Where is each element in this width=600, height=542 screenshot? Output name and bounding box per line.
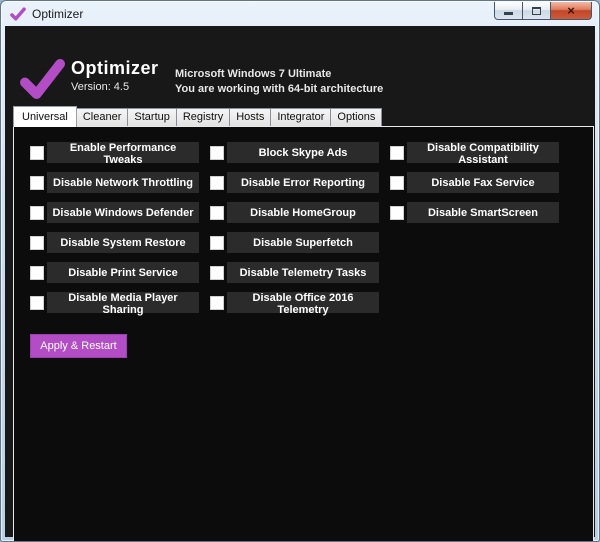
button-disable-office-2016-telemetry[interactable]: Disable Office 2016 Telemetry	[227, 292, 379, 316]
maximize-icon	[532, 6, 541, 15]
button-block-skype-ads[interactable]: Block Skype Ads	[227, 142, 379, 163]
checkbox-block-skype-ads[interactable]	[210, 145, 224, 160]
checkbox-enable-performance-tweaks[interactable]	[30, 145, 44, 160]
checkbox-disable-print-service[interactable]	[30, 265, 44, 280]
tab-universal[interactable]: Universal	[13, 106, 77, 127]
option-row: Enable Performance Tweaks	[30, 142, 199, 166]
checkbox-disable-error-reporting[interactable]	[210, 175, 224, 190]
button-disable-network-throttling[interactable]: Disable Network Throttling	[47, 172, 199, 193]
tab-options[interactable]: Options	[331, 108, 383, 126]
option-row: Disable SmartScreen	[390, 202, 559, 223]
tabpage-universal: Enable Performance Tweaks Disable Networ…	[13, 126, 594, 541]
app-checkmark-icon	[10, 6, 26, 21]
checkbox-disable-system-restore[interactable]	[30, 235, 44, 250]
tab-cleaner[interactable]: Cleaner	[76, 108, 129, 126]
tab-strip: Universal Cleaner Startup Registry Hosts…	[13, 106, 383, 127]
option-row: Disable HomeGroup	[210, 202, 379, 223]
button-disable-telemetry-tasks[interactable]: Disable Telemetry Tasks	[227, 262, 379, 283]
options-column-3: Disable Compatibility Assistant Disable …	[390, 142, 559, 232]
button-disable-print-service[interactable]: Disable Print Service	[47, 262, 199, 283]
option-row: Disable Superfetch	[210, 232, 379, 253]
checkbox-disable-telemetry-tasks[interactable]	[210, 265, 224, 280]
checkbox-disable-windows-defender[interactable]	[30, 205, 44, 220]
button-disable-superfetch[interactable]: Disable Superfetch	[227, 232, 379, 253]
button-disable-system-restore[interactable]: Disable System Restore	[47, 232, 199, 253]
app-title: Optimizer	[71, 58, 159, 78]
checkbox-disable-network-throttling[interactable]	[30, 175, 44, 190]
option-row: Disable Network Throttling	[30, 172, 199, 193]
option-row: Disable Telemetry Tasks	[210, 262, 379, 283]
option-row: Disable Media Player Sharing	[30, 292, 199, 316]
button-disable-compatibility-assistant[interactable]: Disable Compatibility Assistant	[407, 142, 559, 166]
option-row: Disable Windows Defender	[30, 202, 199, 223]
tab-startup[interactable]: Startup	[128, 108, 177, 126]
version-label: Version: 4.5	[71, 81, 130, 93]
checkbox-disable-compatibility-assistant[interactable]	[390, 145, 404, 160]
options-column-2: Block Skype Ads Disable Error Reporting …	[210, 142, 379, 322]
checkbox-disable-smartscreen[interactable]	[390, 205, 404, 220]
minimize-button[interactable]	[494, 2, 523, 20]
caption-buttons: ×	[494, 2, 592, 20]
button-disable-homegroup[interactable]: Disable HomeGroup	[227, 202, 379, 223]
tab-registry[interactable]: Registry	[176, 108, 231, 126]
option-row: Block Skype Ads	[210, 142, 379, 163]
maximize-button[interactable]	[523, 2, 550, 20]
close-icon: ×	[567, 2, 575, 18]
option-row: Disable Office 2016 Telemetry	[210, 292, 379, 316]
button-disable-fax-service[interactable]: Disable Fax Service	[407, 172, 559, 193]
button-disable-smartscreen[interactable]: Disable SmartScreen	[407, 202, 559, 223]
options-column-1: Enable Performance Tweaks Disable Networ…	[30, 142, 199, 322]
button-enable-performance-tweaks[interactable]: Enable Performance Tweaks	[47, 142, 199, 166]
minimize-icon	[504, 12, 513, 15]
option-row: Disable Fax Service	[390, 172, 559, 193]
tab-integrator[interactable]: Integrator	[271, 108, 332, 126]
os-name-label: Microsoft Windows 7 Ultimate	[175, 68, 332, 80]
checkbox-disable-office-2016-telemetry[interactable]	[210, 295, 224, 310]
button-disable-error-reporting[interactable]: Disable Error Reporting	[227, 172, 379, 193]
button-disable-windows-defender[interactable]: Disable Windows Defender	[47, 202, 199, 223]
button-disable-media-player-sharing[interactable]: Disable Media Player Sharing	[47, 292, 199, 316]
close-button[interactable]: ×	[550, 2, 592, 20]
checkbox-disable-homegroup[interactable]	[210, 205, 224, 220]
option-row: Disable System Restore	[30, 232, 199, 253]
checkbox-disable-superfetch[interactable]	[210, 235, 224, 250]
client-area: Optimizer Version: 4.5 Microsoft Windows…	[5, 26, 595, 541]
logo-checkmark-icon	[20, 58, 65, 100]
checkbox-disable-fax-service[interactable]	[390, 175, 404, 190]
os-architecture-label: You are working with 64-bit architecture	[175, 83, 384, 95]
checkbox-disable-media-player-sharing[interactable]	[30, 295, 44, 310]
apply-restart-button[interactable]: Apply & Restart	[30, 334, 127, 358]
option-row: Disable Print Service	[30, 262, 199, 283]
window-title: Optimizer	[32, 6, 84, 21]
app-window: Optimizer × Optimizer Version: 4.5 Micro…	[0, 0, 600, 542]
option-row: Disable Compatibility Assistant	[390, 142, 559, 166]
tab-hosts[interactable]: Hosts	[230, 108, 272, 126]
option-row: Disable Error Reporting	[210, 172, 379, 193]
